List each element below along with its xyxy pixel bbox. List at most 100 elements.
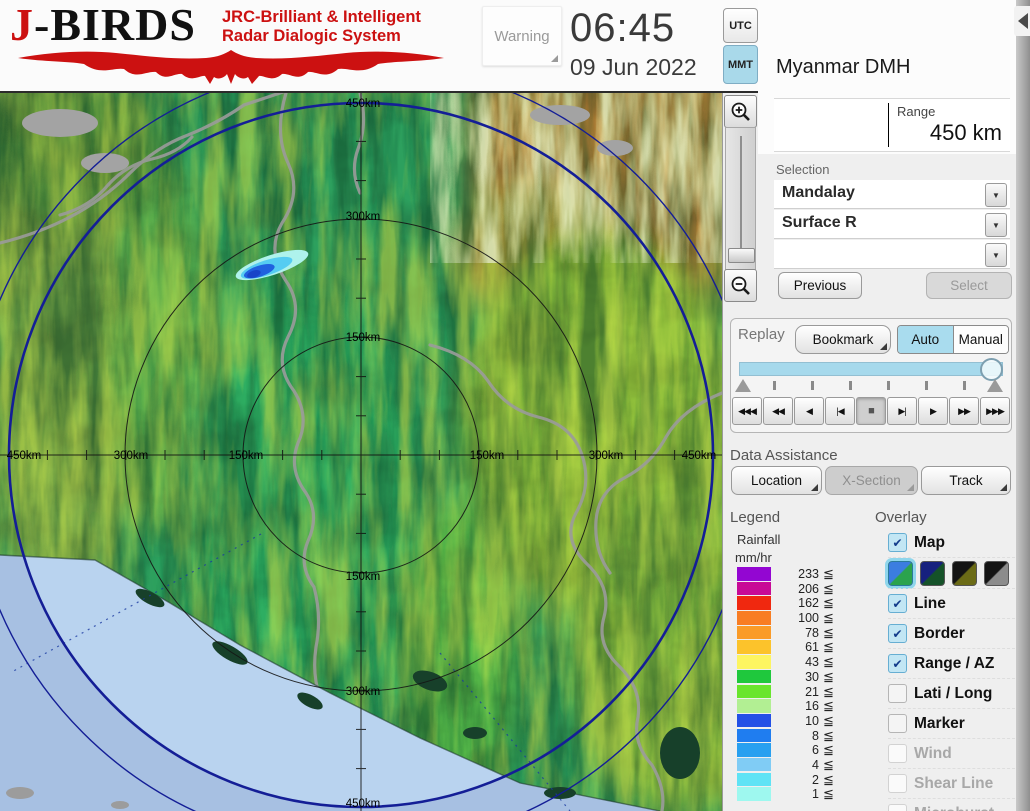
overlay-item-shear-line[interactable]: Shear Line — [888, 768, 1015, 798]
legend-entry: 206 ≦ — [737, 581, 847, 597]
product-dropdown[interactable]: Surface R ▼ — [774, 210, 1010, 239]
timezone-mmt-button[interactable]: MMT — [723, 45, 758, 84]
step-forward-button[interactable]: ▶| — [887, 397, 917, 425]
checkbox-checked-icon[interactable]: ✔ — [888, 533, 907, 552]
legend-swatch — [737, 757, 771, 772]
panel-collapse-strip[interactable] — [1016, 0, 1030, 811]
overlay-label: Overlay — [875, 509, 927, 526]
map-zoom-control — [724, 95, 757, 302]
svg-text:150km: 150km — [229, 450, 264, 462]
checkbox-icon[interactable] — [888, 714, 907, 733]
legend-swatch — [737, 596, 771, 610]
radar-map-canvas: 450km 300km 150km 150km 300km 450km 450km 300km… — [0, 53, 790, 811]
legend-swatch — [737, 728, 771, 743]
timeline-end-marker[interactable] — [987, 379, 1003, 392]
legend-suffix: ≦ — [823, 771, 834, 787]
svg-text:450km: 450km — [682, 450, 717, 462]
selection-label: Selection — [776, 162, 830, 177]
map-style-swatch-1[interactable] — [888, 560, 913, 586]
x-section-button[interactable]: X-Section — [825, 466, 918, 495]
overlay-item-border[interactable]: ✔ Border — [888, 618, 1015, 648]
chevron-down-icon[interactable]: ▼ — [985, 183, 1007, 207]
radar-map[interactable]: 450km 300km 150km 150km 300km 450km 450km 300km… — [0, 53, 790, 811]
legend-value: 43 — [805, 655, 819, 670]
overlay-item-map[interactable]: ✔ Map — [888, 528, 1015, 557]
legend-suffix: ≦ — [823, 595, 834, 611]
option-dropdown[interactable]: ▼ — [774, 240, 1010, 269]
play-reverse-button[interactable]: ◀ — [794, 397, 824, 425]
checkbox-icon — [888, 774, 907, 793]
station-name: Myanmar DMH — [776, 56, 911, 78]
timeline-start-marker[interactable] — [735, 379, 751, 392]
warning-label: Warning — [494, 27, 550, 45]
legend-entry: 6 ≦ — [737, 742, 847, 758]
dropdown-corner-icon — [551, 55, 558, 62]
overlay-item-line[interactable]: ✔ Line — [888, 588, 1015, 618]
legend-swatch — [737, 625, 771, 640]
legend-value: 233 — [798, 567, 819, 581]
chevron-down-icon[interactable]: ▼ — [985, 243, 1007, 267]
previous-button[interactable]: Previous — [778, 272, 862, 299]
legend-swatch — [737, 640, 771, 654]
overlay-item-label: Microburst — [914, 805, 994, 811]
svg-text:300km: 300km — [589, 450, 624, 462]
collapse-arrow-icon[interactable] — [1018, 13, 1028, 29]
legend-entry: 78 ≦ — [737, 625, 847, 641]
overlay-item-label: Line — [914, 594, 946, 612]
forward-fast-button[interactable]: ▶▶ — [949, 397, 979, 425]
svg-text:450km: 450km — [346, 798, 381, 810]
site-dropdown[interactable]: Mandalay ▼ — [774, 180, 1010, 209]
chevron-down-icon[interactable]: ▼ — [985, 213, 1007, 237]
zoom-in-icon[interactable] — [724, 95, 757, 128]
stop-button[interactable]: ■ — [856, 397, 886, 425]
legend-value: 206 — [798, 581, 819, 596]
zoom-slider-track[interactable] — [725, 127, 756, 270]
legend-value: 21 — [805, 684, 819, 699]
overlay-item-lati-long[interactable]: Lati / Long — [888, 678, 1015, 708]
replay-mode-toggle: Auto Manual — [897, 325, 1009, 354]
legend-value: 1 — [812, 787, 819, 802]
overlay-item-range-az[interactable]: ✔ Range / AZ — [888, 648, 1015, 678]
select-button[interactable]: Select — [926, 272, 1012, 299]
range-display: Range 450 km — [774, 98, 1010, 152]
legend-value: 162 — [798, 596, 819, 611]
legend-swatch — [737, 743, 771, 757]
forward-fastest-button[interactable]: ▶▶▶ — [980, 397, 1010, 425]
timezone-utc-button[interactable]: UTC — [723, 8, 758, 43]
rewind-fast-button[interactable]: ◀◀ — [763, 397, 793, 425]
overlay-item-microburst[interactable]: Microburst — [888, 798, 1015, 811]
legend-value: 61 — [805, 640, 819, 655]
track-button[interactable]: Track — [921, 466, 1011, 495]
map-style-swatch-3[interactable] — [952, 560, 977, 586]
checkbox-checked-icon[interactable]: ✔ — [888, 594, 907, 613]
play-button[interactable]: ▶ — [918, 397, 948, 425]
warning-button[interactable]: Warning — [482, 6, 562, 66]
svg-text:450km: 450km — [7, 450, 42, 462]
timeline-tick — [925, 381, 928, 390]
jbirds-app: 450km 300km 150km 150km 300km 450km 450km 300km… — [0, 0, 1030, 811]
replay-timeline-slider[interactable] — [739, 362, 1003, 376]
legend-swatch — [737, 669, 771, 684]
location-button[interactable]: Location — [731, 466, 822, 495]
auto-mode-button[interactable]: Auto — [898, 326, 954, 353]
replay-slider-handle[interactable] — [980, 358, 1003, 381]
zoom-out-icon[interactable] — [724, 269, 757, 302]
rewind-fastest-button[interactable]: ◀◀◀ — [732, 397, 762, 425]
checkbox-checked-icon[interactable]: ✔ — [888, 624, 907, 643]
legend-suffix: ≦ — [823, 639, 834, 655]
checkbox-checked-icon[interactable]: ✔ — [888, 654, 907, 673]
bookmark-button[interactable]: Bookmark — [795, 325, 891, 354]
svg-text:450km: 450km — [346, 98, 381, 110]
step-back-button[interactable]: |◀ — [825, 397, 855, 425]
zoom-slider-thumb[interactable] — [728, 248, 755, 263]
legend-swatch — [737, 787, 771, 801]
map-style-swatch-4[interactable] — [984, 560, 1009, 586]
overlay-item-wind[interactable]: Wind — [888, 738, 1015, 768]
checkbox-icon[interactable] — [888, 684, 907, 703]
product-dropdown-value: Surface R — [782, 214, 857, 231]
manual-mode-button[interactable]: Manual — [953, 326, 1008, 353]
overlay-item-label: Border — [914, 624, 965, 642]
map-style-swatch-2[interactable] — [920, 560, 945, 586]
overlay-item-marker[interactable]: Marker — [888, 708, 1015, 738]
eagle-icon — [18, 50, 444, 84]
